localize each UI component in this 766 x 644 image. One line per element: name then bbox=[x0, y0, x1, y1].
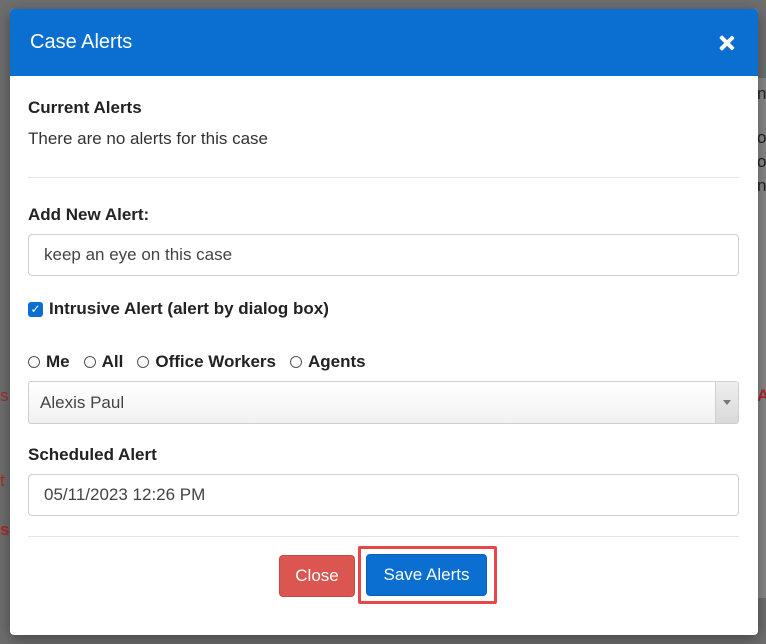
intrusive-alert-label: Intrusive Alert (alert by dialog box) bbox=[49, 299, 329, 318]
modal-title: Case Alerts bbox=[30, 31, 133, 53]
dropdown-arrow[interactable] bbox=[715, 382, 738, 423]
intrusive-alert-checkbox[interactable]: ✓ bbox=[28, 301, 43, 317]
close-button[interactable]: Close bbox=[279, 555, 355, 597]
radio-button[interactable] bbox=[289, 356, 302, 368]
chevron-down-icon bbox=[723, 400, 731, 405]
new-alert-input-value: keep an eye on this case bbox=[44, 245, 233, 264]
add-new-alert-label: Add New Alert: bbox=[28, 205, 150, 224]
background-text-fragment: n bbox=[757, 84, 766, 103]
radio-office-workers[interactable]: Office Workers bbox=[137, 352, 276, 372]
current-alerts-heading: Current Alerts bbox=[28, 98, 142, 117]
background-text-fragment: t bbox=[0, 471, 5, 490]
recipient-radio-group: Me All Office Workers Agents bbox=[28, 352, 380, 372]
radio-agents[interactable]: Agents bbox=[289, 352, 366, 372]
close-icon[interactable] bbox=[718, 34, 736, 52]
radio-label-agents: Agents bbox=[307, 352, 366, 371]
footer-divider bbox=[28, 536, 739, 537]
save-alerts-button[interactable]: Save Alerts bbox=[366, 554, 487, 596]
background-text-fragment: A bbox=[757, 386, 766, 405]
radio-label-all: All bbox=[101, 352, 124, 371]
scheduled-alert-value: 05/11/2023 12:26 PM bbox=[44, 485, 206, 504]
user-select[interactable]: Alexis Paul bbox=[28, 381, 739, 424]
background-text-fragment: o bbox=[757, 128, 766, 147]
background-text-fragment: n bbox=[757, 176, 766, 195]
radio-me[interactable]: Me bbox=[28, 352, 70, 372]
user-select-value: Alexis Paul bbox=[40, 392, 125, 412]
radio-all[interactable]: All bbox=[83, 352, 124, 372]
scheduled-alert-input[interactable]: 05/11/2023 12:26 PM bbox=[28, 474, 739, 516]
no-alerts-text: There are no alerts for this case bbox=[28, 129, 269, 148]
intrusive-alert-row: ✓ Intrusive Alert (alert by dialog box) bbox=[28, 299, 329, 319]
case-alerts-modal: Case Alerts Current Alerts There are no … bbox=[10, 9, 758, 635]
scheduled-alert-label: Scheduled Alert bbox=[28, 445, 157, 464]
radio-label-office-workers: Office Workers bbox=[155, 352, 276, 371]
radio-button[interactable] bbox=[137, 356, 150, 368]
radio-button[interactable] bbox=[28, 356, 40, 368]
modal-header: Case Alerts bbox=[10, 9, 758, 76]
background-text-fragment: s bbox=[0, 386, 9, 405]
divider bbox=[28, 177, 739, 178]
new-alert-input[interactable]: keep an eye on this case bbox=[28, 234, 739, 276]
background-text-fragment: s bbox=[0, 520, 10, 539]
radio-button[interactable] bbox=[83, 356, 96, 368]
radio-label-me: Me bbox=[46, 352, 70, 371]
background-text-fragment: o bbox=[757, 152, 766, 171]
